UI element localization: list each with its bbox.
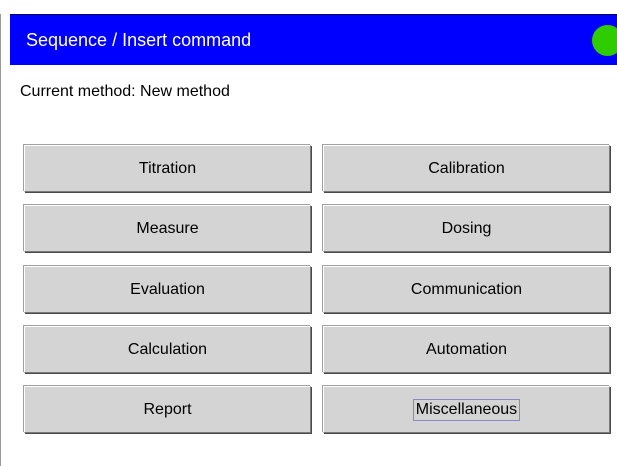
evaluation-button[interactable]: Evaluation	[24, 266, 311, 313]
measure-button-label: Measure	[136, 219, 199, 237]
titration-button[interactable]: Titration	[24, 145, 311, 192]
page-title: Sequence / Insert command	[26, 30, 252, 50]
automation-button-label: Automation	[426, 340, 507, 358]
calibration-button[interactable]: Calibration	[323, 145, 610, 192]
dosing-button[interactable]: Dosing	[323, 205, 610, 252]
measure-button[interactable]: Measure	[24, 205, 311, 252]
titration-button-label: Titration	[138, 159, 197, 177]
miscellaneous-button[interactable]: Miscellaneous	[323, 386, 610, 433]
miscellaneous-button-label: Miscellaneous	[412, 398, 521, 421]
automation-button[interactable]: Automation	[323, 326, 610, 373]
report-button[interactable]: Report	[24, 386, 311, 433]
calculation-button[interactable]: Calculation	[24, 326, 311, 373]
evaluation-button-label: Evaluation	[130, 280, 205, 298]
title-bar: Sequence / Insert command	[10, 14, 617, 65]
communication-button-label: Communication	[410, 280, 523, 298]
dosing-button-label: Dosing	[441, 219, 492, 237]
status-indicator-icon	[592, 25, 617, 56]
current-method-label: Current method: New method	[20, 83, 230, 100]
communication-button[interactable]: Communication	[323, 266, 610, 313]
calculation-button-label: Calculation	[127, 340, 208, 358]
insert-command-screen: Sequence / Insert command Current method…	[0, 0, 617, 466]
window-left-border	[0, 14, 10, 466]
calibration-button-label: Calibration	[428, 159, 505, 177]
report-button-label: Report	[143, 400, 192, 418]
